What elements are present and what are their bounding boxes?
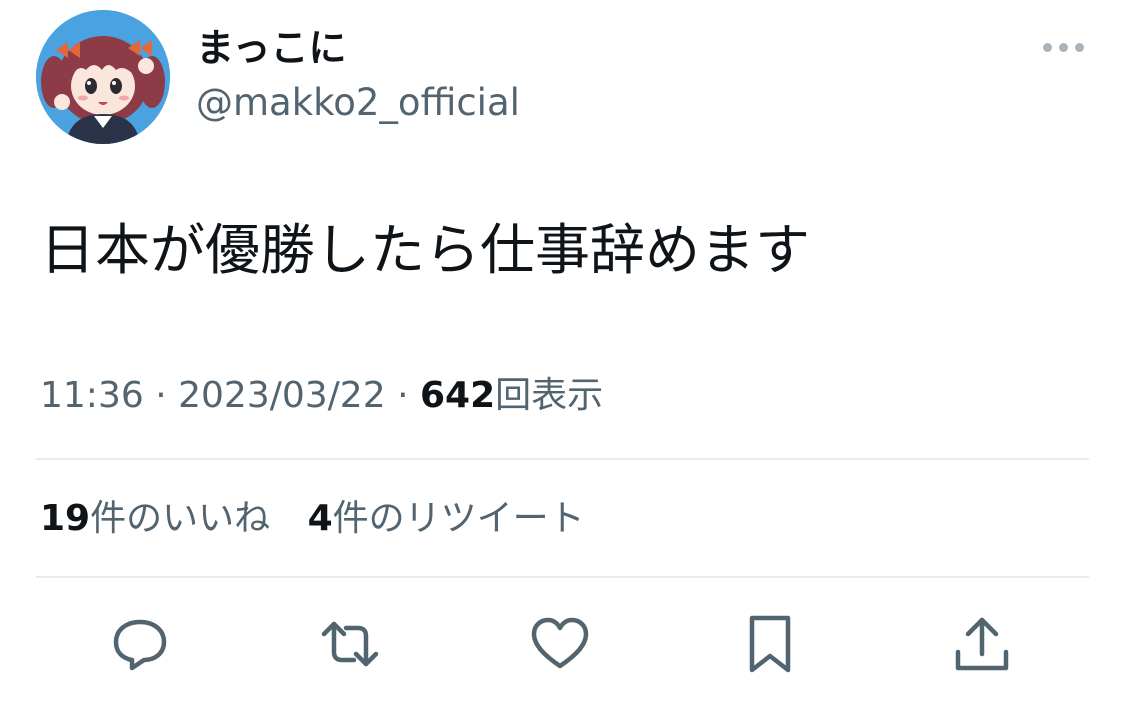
retweet-button[interactable] — [318, 612, 382, 676]
likes-label: 件のいいね — [90, 498, 271, 539]
likes-stat[interactable]: 19件のいいね — [40, 494, 270, 544]
likes-count: 19 — [40, 498, 91, 539]
divider — [36, 458, 1089, 460]
tweet-meta: 11:36 · 2023/03/22 · 642回表示 — [40, 371, 603, 421]
more-options-button[interactable] — [1030, 30, 1096, 64]
tweet: まっこに @makko2_official 日本が優勝したら仕事辞めます 11:… — [0, 0, 1125, 715]
meta-separator: · — [155, 375, 167, 416]
retweets-count: 4 — [307, 498, 333, 539]
meta-separator: · — [397, 375, 409, 416]
retweet-icon — [321, 621, 379, 667]
author-handle[interactable]: @makko2_official — [196, 80, 520, 126]
views-count: 642 — [419, 375, 496, 416]
like-button[interactable] — [528, 612, 592, 676]
reply-button[interactable] — [108, 612, 172, 676]
heart-icon — [531, 617, 589, 669]
bookmark-button[interactable] — [738, 612, 802, 676]
share-button[interactable] — [950, 612, 1014, 676]
tweet-stats: 19件のいいね 4件のリツイート — [40, 494, 585, 544]
tweet-date[interactable]: 2023/03/22 — [178, 375, 386, 416]
divider — [36, 576, 1089, 578]
reply-icon — [113, 619, 167, 671]
avatar-illustration — [36, 10, 170, 144]
avatar[interactable] — [36, 10, 170, 144]
more-horizontal-icon — [1042, 42, 1084, 52]
tweet-time[interactable]: 11:36 — [40, 375, 144, 416]
views-label: 回表示 — [495, 375, 604, 416]
retweets-stat[interactable]: 4件のリツイート — [308, 494, 585, 544]
retweets-label: 件のリツイート — [332, 498, 585, 539]
bookmark-icon — [749, 615, 791, 673]
tweet-text: 日本が優勝したら仕事辞めます — [40, 218, 811, 282]
share-icon — [955, 617, 1009, 671]
author-display-name[interactable]: まっこに — [196, 26, 346, 70]
